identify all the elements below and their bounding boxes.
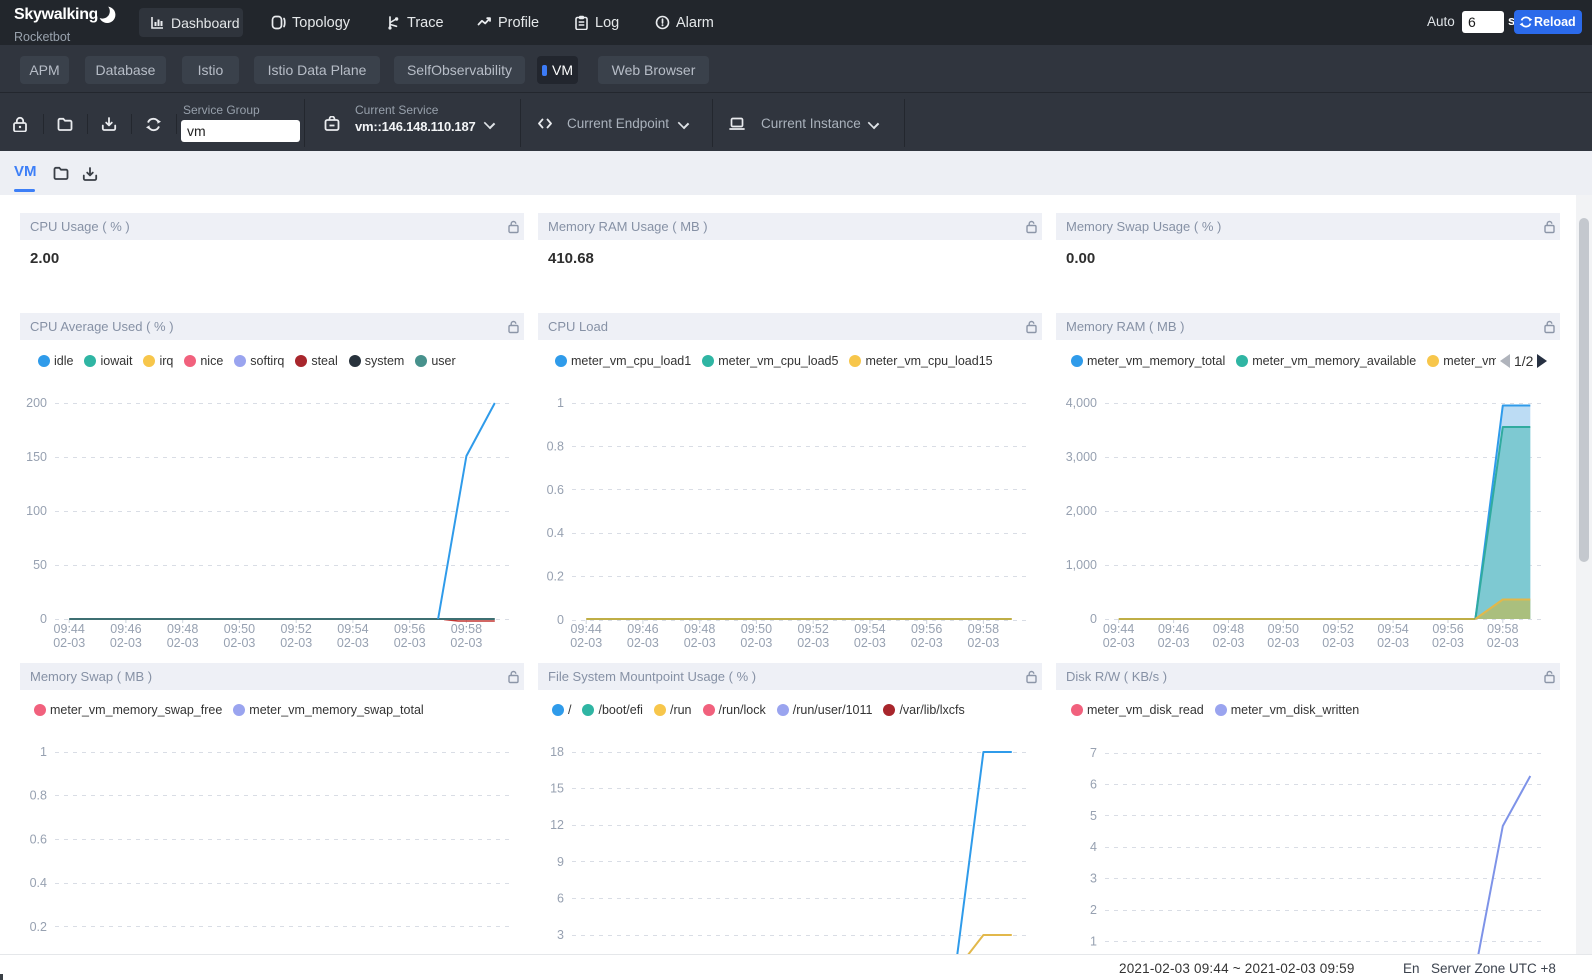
svg-text:09:50: 09:50	[224, 622, 255, 636]
svg-text:09:44: 09:44	[54, 622, 85, 636]
svg-text:5: 5	[1090, 809, 1097, 823]
svg-text:4,000: 4,000	[1066, 396, 1097, 410]
svg-text:02-03: 02-03	[570, 636, 602, 650]
svg-text:3: 3	[1090, 872, 1097, 886]
svg-text:12: 12	[550, 818, 564, 832]
svg-text:02-03: 02-03	[1322, 636, 1354, 650]
svg-text:09:58: 09:58	[1487, 622, 1518, 636]
svg-text:02-03: 02-03	[223, 636, 255, 650]
svg-text:02-03: 02-03	[911, 636, 943, 650]
svg-text:02-03: 02-03	[1213, 636, 1245, 650]
svg-text:09:48: 09:48	[1213, 622, 1244, 636]
svg-text:09:46: 09:46	[110, 622, 141, 636]
svg-text:6: 6	[557, 891, 564, 905]
svg-text:02-03: 02-03	[1158, 636, 1190, 650]
svg-text:7: 7	[1090, 746, 1097, 760]
svg-text:09:56: 09:56	[1432, 622, 1463, 636]
svg-text:4: 4	[1090, 840, 1097, 854]
svg-text:150: 150	[26, 450, 47, 464]
svg-text:2,000: 2,000	[1066, 504, 1097, 518]
svg-text:02-03: 02-03	[394, 636, 426, 650]
svg-text:0: 0	[1090, 612, 1097, 626]
svg-text:09:48: 09:48	[167, 622, 198, 636]
svg-text:09:44: 09:44	[1103, 622, 1134, 636]
svg-text:0.8: 0.8	[30, 789, 47, 803]
svg-text:09:50: 09:50	[1268, 622, 1299, 636]
svg-text:0.2: 0.2	[547, 570, 564, 584]
svg-text:3: 3	[557, 928, 564, 942]
svg-text:02-03: 02-03	[1377, 636, 1409, 650]
svg-text:0: 0	[40, 612, 47, 626]
svg-text:6: 6	[1090, 777, 1097, 791]
svg-text:09:58: 09:58	[968, 622, 999, 636]
svg-text:02-03: 02-03	[53, 636, 85, 650]
svg-text:0.6: 0.6	[547, 483, 564, 497]
svg-text:100: 100	[26, 504, 47, 518]
svg-text:02-03: 02-03	[1103, 636, 1135, 650]
svg-text:1: 1	[557, 396, 564, 410]
svg-text:1,000: 1,000	[1066, 558, 1097, 572]
svg-text:02-03: 02-03	[110, 636, 142, 650]
svg-text:02-03: 02-03	[740, 636, 772, 650]
svg-text:09:54: 09:54	[337, 622, 368, 636]
svg-text:09:44: 09:44	[571, 622, 602, 636]
svg-text:09:54: 09:54	[854, 622, 885, 636]
svg-text:02-03: 02-03	[167, 636, 199, 650]
svg-text:9: 9	[557, 855, 564, 869]
svg-text:09:52: 09:52	[1323, 622, 1354, 636]
svg-text:09:46: 09:46	[627, 622, 658, 636]
svg-text:09:46: 09:46	[1158, 622, 1189, 636]
svg-text:02-03: 02-03	[854, 636, 886, 650]
svg-text:0.6: 0.6	[30, 832, 47, 846]
svg-text:200: 200	[26, 396, 47, 410]
svg-text:02-03: 02-03	[1487, 636, 1519, 650]
svg-text:09:56: 09:56	[911, 622, 942, 636]
svg-text:09:52: 09:52	[281, 622, 312, 636]
svg-text:09:52: 09:52	[798, 622, 829, 636]
svg-text:02-03: 02-03	[1432, 636, 1464, 650]
svg-text:02-03: 02-03	[684, 636, 716, 650]
svg-text:09:56: 09:56	[394, 622, 425, 636]
svg-text:18: 18	[550, 745, 564, 759]
svg-text:0.8: 0.8	[547, 439, 564, 453]
svg-text:09:50: 09:50	[741, 622, 772, 636]
svg-text:1: 1	[1090, 934, 1097, 948]
svg-text:09:58: 09:58	[451, 622, 482, 636]
svg-text:02-03: 02-03	[280, 636, 312, 650]
svg-text:09:54: 09:54	[1377, 622, 1408, 636]
svg-text:02-03: 02-03	[1267, 636, 1299, 650]
svg-text:15: 15	[550, 782, 564, 796]
svg-text:0.2: 0.2	[30, 920, 47, 934]
svg-text:02-03: 02-03	[450, 636, 482, 650]
svg-text:0.4: 0.4	[547, 526, 564, 540]
svg-text:02-03: 02-03	[797, 636, 829, 650]
svg-text:3,000: 3,000	[1066, 450, 1097, 464]
svg-text:0.4: 0.4	[30, 876, 47, 890]
svg-text:02-03: 02-03	[337, 636, 369, 650]
svg-text:09:48: 09:48	[684, 622, 715, 636]
svg-text:02-03: 02-03	[967, 636, 999, 650]
svg-text:50: 50	[33, 558, 47, 572]
svg-text:2: 2	[1090, 903, 1097, 917]
svg-text:0: 0	[557, 613, 564, 627]
svg-text:1: 1	[40, 745, 47, 759]
svg-text:02-03: 02-03	[627, 636, 659, 650]
